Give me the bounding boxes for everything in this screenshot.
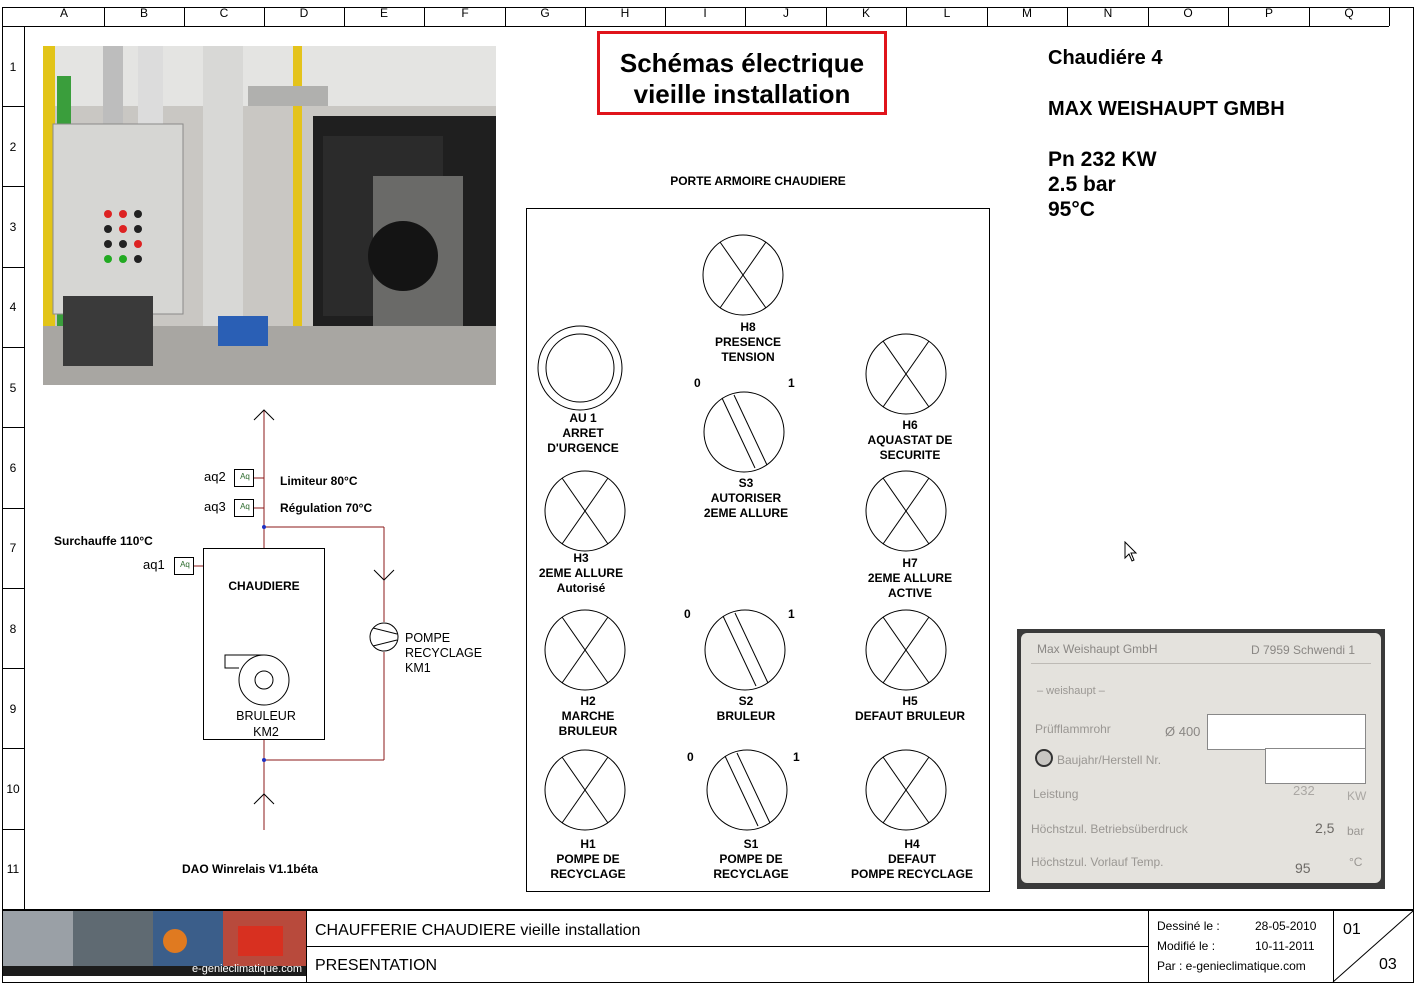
- rivet-icon: [1035, 749, 1053, 767]
- cabinet-title: PORTE ARMOIRE CHAUDIERE: [670, 174, 846, 188]
- switch-s1-symbol: [706, 749, 788, 831]
- s1-position-0: 0: [687, 750, 694, 764]
- boiler-maker: MAX WEISHAUPT GMBH: [1048, 98, 1285, 120]
- column-header: N: [1103, 6, 1113, 20]
- aquastat-aq1-box: Aq: [180, 560, 190, 569]
- lamp-h8-symbol: [702, 234, 784, 316]
- nameplate-brand: – weishaupt –: [1037, 685, 1105, 697]
- lamp-h6-symbol: [865, 333, 947, 415]
- column-header: Q: [1344, 6, 1354, 20]
- aq2-label: aq2: [204, 469, 226, 484]
- nameplate-maker: Max Weishaupt GmbH: [1037, 642, 1158, 656]
- limiteur-label: Limiteur 80°C: [280, 474, 358, 488]
- bruleur-label: BRULEUR: [236, 709, 296, 723]
- mouse-cursor-icon: [1124, 541, 1138, 562]
- footer-line-2: PRESENTATION: [315, 957, 438, 974]
- label-h7: H7 2EME ALLURE ACTIVE: [867, 556, 953, 600]
- boiler-name: Chaudiére 4: [1048, 47, 1163, 69]
- nameplate-row5-value: 95: [1295, 860, 1311, 876]
- s3-position-0: 0: [694, 376, 701, 390]
- s3-position-1: 1: [788, 376, 795, 390]
- boiler-pressure: 2.5 bar: [1048, 173, 1116, 196]
- title-line-2: vieille installation: [633, 79, 851, 109]
- chaudiere-label: CHAUDIERE: [228, 579, 300, 593]
- column-header: I: [703, 6, 707, 20]
- nameplate-row3-unit: KW: [1347, 789, 1367, 803]
- title-box: Schémas électrique vieille installation: [597, 31, 887, 115]
- switch-s2-symbol: [704, 609, 786, 691]
- label-h3: H3 2EME ALLURE Autorisé: [538, 551, 624, 595]
- column-header: J: [783, 6, 789, 20]
- s2-position-1: 1: [788, 607, 795, 621]
- column-header: H: [620, 6, 630, 20]
- nameplate-row4-unit: bar: [1347, 824, 1365, 838]
- nameplate-redaction-2: [1265, 748, 1366, 784]
- nameplate-row3-label: Leistung: [1033, 787, 1079, 801]
- sheet-number: 01: [1343, 921, 1361, 938]
- footer-line-1: CHAUFFERIE CHAUDIERE vieille installatio…: [315, 922, 641, 939]
- nameplate-row5-label: Höchstzul. Vorlauf Temp.: [1031, 855, 1164, 869]
- footer-logo: e-genieclimatique.com: [3, 911, 306, 976]
- nameplate-row4-label: Höchstzul. Betriebsüberdruck: [1031, 822, 1188, 836]
- lamp-h3-symbol: [544, 470, 626, 552]
- aq1-label: aq1: [143, 557, 165, 572]
- aq3-label: aq3: [204, 499, 226, 514]
- label-h2: H2 MARCHE BRULEUR: [558, 694, 618, 738]
- label-h6: H6 AQUASTAT DE SECURITE: [867, 418, 953, 462]
- column-header: L: [943, 6, 951, 20]
- aquastat-aq3-box: Aq: [240, 502, 250, 511]
- label-s2: S2 BRULEUR: [716, 694, 776, 723]
- drawn-label: Dessiné le :: [1157, 919, 1220, 933]
- drawn-date: 28-05-2010: [1255, 919, 1317, 933]
- label-h8: H8 PRESENCE TENSION: [714, 320, 782, 364]
- lamp-h1-symbol: [544, 749, 626, 831]
- switch-s3-symbol: [703, 391, 785, 473]
- surchauffe-label: Surchauffe 110°C: [54, 534, 153, 548]
- software-credit: DAO Winrelais V1.1béta: [182, 862, 318, 876]
- column-header: K: [861, 6, 870, 20]
- lamp-h2-symbol: [544, 609, 626, 691]
- modified-date: 10-11-2011: [1255, 939, 1315, 953]
- boiler-power: Pn 232 KW: [1048, 148, 1157, 171]
- column-header: P: [1264, 6, 1273, 20]
- aquastat-aq2-box: Aq: [240, 472, 250, 481]
- label-h1: H1 POMPE DE RECYCLAGE: [550, 837, 626, 881]
- km1-label: KM1: [405, 661, 431, 675]
- label-h4: H4 DEFAUT POMPE RECYCLAGE: [850, 837, 973, 881]
- cabinet-symbols: [537, 234, 947, 831]
- lamp-h7-symbol: [865, 470, 947, 552]
- nameplate-redaction-1: [1207, 714, 1366, 750]
- lamp-h5-symbol: [865, 609, 947, 691]
- boiler-temperature: 95°C: [1048, 198, 1095, 221]
- column-header: M: [1022, 6, 1032, 20]
- title-line-1: Schémas électrique: [619, 48, 865, 78]
- nameplate-row3-value: 232: [1293, 783, 1315, 798]
- logo-text: e-genieclimatique.com: [191, 963, 302, 975]
- hydraulic-schematic: [174, 409, 399, 830]
- author: Par : e-genieclimatique.com: [1157, 959, 1306, 973]
- label-s3: S3 AUTORISER 2EME ALLURE: [703, 476, 789, 520]
- nameplate-row1-label: Prüfflammrohr: [1035, 722, 1111, 736]
- lamp-h4-symbol: [865, 749, 947, 831]
- label-s1: S1 POMPE DE RECYCLAGE: [713, 837, 789, 881]
- km2-label: KM2: [253, 725, 279, 739]
- emergency-stop-symbol: [537, 325, 623, 411]
- regulation-label: Régulation 70°C: [280, 501, 373, 515]
- s2-position-0: 0: [684, 607, 691, 621]
- recyclage-label: RECYCLAGE: [405, 646, 483, 660]
- modified-label: Modifié le :: [1157, 939, 1216, 953]
- nameplate-row2-label: Baujahr/Herstell Nr.: [1057, 753, 1162, 767]
- nameplate-row4-value: 2,5: [1315, 820, 1335, 836]
- nameplate-row5-unit: °C: [1349, 855, 1363, 869]
- label-au1: AU 1 ARRET D'URGENCE: [547, 411, 619, 455]
- label-h5: H5 DEFAUT BRULEUR: [855, 694, 965, 723]
- nameplate-row1-value: Ø 400: [1165, 724, 1201, 739]
- nameplate-address: D 7959 Schwendi 1: [1251, 643, 1356, 657]
- column-header: O: [1183, 6, 1193, 20]
- pompe-label: POMPE: [405, 631, 451, 645]
- nameplate-photo: Max Weishaupt GmbH D 7959 Schwendi 1 – w…: [1017, 629, 1385, 889]
- sheet-total: 03: [1379, 956, 1397, 973]
- s1-position-1: 1: [793, 750, 800, 764]
